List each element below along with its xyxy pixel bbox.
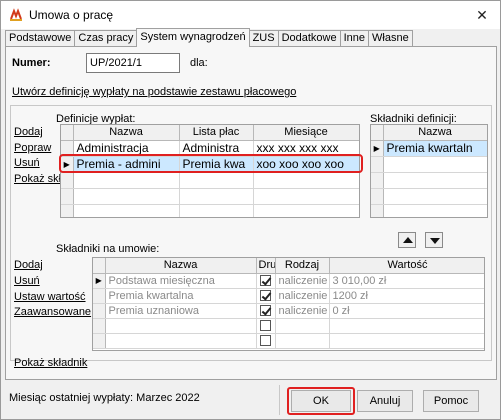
empty-row bbox=[371, 172, 487, 189]
definicje-popraw-link[interactable]: Popraw bbox=[14, 142, 51, 154]
col-nazwa[interactable]: Nazwa bbox=[105, 258, 257, 274]
col-rodzaj[interactable]: Rodzaj bbox=[275, 258, 330, 274]
row-indicator bbox=[93, 303, 106, 319]
dru-checkbox[interactable] bbox=[256, 288, 276, 304]
table-row[interactable]: Premia uznaniowa naliczenie 0 zł bbox=[93, 303, 484, 319]
header-row: Nazwa Dru Rodzaj Wartość bbox=[93, 258, 484, 274]
cancel-button[interactable]: Anuluj bbox=[357, 390, 413, 412]
skladniki-usun-link[interactable]: Usuń bbox=[14, 275, 40, 287]
table-row[interactable]: ▶ Podstawa miesięczna naliczenie 3 010,0… bbox=[93, 273, 484, 289]
cell-nazwa[interactable]: Premia uznaniowa bbox=[105, 303, 257, 319]
dru-checkbox[interactable] bbox=[256, 273, 276, 289]
help-button[interactable]: Pomoc bbox=[423, 390, 479, 412]
header-indicator bbox=[93, 258, 106, 274]
numer-label: Numer: bbox=[12, 57, 51, 69]
definicje-header-row: Nazwa Lista płac Miesiące G bbox=[61, 125, 360, 141]
cell-wartosc[interactable]: 0 zł bbox=[329, 303, 484, 319]
col-wartosc[interactable]: Wartość bbox=[329, 258, 484, 274]
col-lista-plac[interactable]: Lista płac bbox=[179, 125, 254, 141]
skladniki-dodaj-link[interactable]: Dodaj bbox=[14, 259, 43, 271]
definicje-dodaj-link[interactable]: Dodaj bbox=[14, 126, 43, 138]
separator bbox=[279, 385, 280, 415]
empty-row bbox=[371, 204, 487, 217]
empty-row bbox=[93, 333, 484, 349]
empty-row bbox=[371, 188, 487, 205]
tab-zus[interactable]: ZUS bbox=[248, 30, 279, 47]
dla-label: dla: bbox=[190, 57, 208, 69]
tab-dodatkowe[interactable]: Dodatkowe bbox=[277, 30, 341, 47]
numer-input[interactable]: UP/2021/1 bbox=[86, 53, 180, 73]
title-bar: Umowa o pracę ✕ bbox=[1, 1, 500, 29]
header-indicator bbox=[371, 125, 384, 141]
row-pointer-icon: ▶ bbox=[93, 273, 106, 289]
skladniki-umowa-grid[interactable]: Nazwa Dru Rodzaj Wartość ▶ Podstawa mies… bbox=[92, 257, 485, 351]
cell-rodzaj[interactable]: naliczenie bbox=[275, 303, 330, 319]
app-logo-icon bbox=[9, 8, 23, 22]
skladniki-umowa-label: Składniki na umowie: bbox=[56, 243, 160, 255]
col-g[interactable]: G bbox=[359, 125, 360, 140]
last-payment-status: Miesiąc ostatniej wypłaty: Marzec 2022 bbox=[9, 392, 200, 404]
row-pointer-icon: ▶ bbox=[371, 140, 384, 157]
empty-row bbox=[61, 204, 359, 217]
tab-podstawowe[interactable]: Podstawowe bbox=[5, 30, 76, 47]
window-title: Umowa o pracę bbox=[29, 8, 114, 22]
tab-inne[interactable]: Inne bbox=[339, 30, 370, 47]
tab-system-wynagrodzen[interactable]: System wynagrodzeń bbox=[136, 28, 250, 47]
cell-nazwa[interactable]: Premia kwartalna bbox=[105, 288, 257, 304]
header-row: Nazwa bbox=[371, 125, 487, 141]
tab-czas-pracy[interactable]: Czas pracy bbox=[74, 30, 138, 47]
definicje-usun-link[interactable]: Usuń bbox=[14, 157, 40, 169]
empty-row bbox=[93, 318, 484, 334]
selected-row-highlight bbox=[59, 154, 363, 173]
arrow-up-icon bbox=[403, 237, 413, 243]
move-up-button[interactable] bbox=[398, 232, 416, 248]
tab-wlasne[interactable]: Własne bbox=[368, 30, 413, 47]
cell-wartosc[interactable]: 1200 zł bbox=[329, 288, 484, 304]
tab-page: Numer: UP/2021/1 dla: Utwórz definicję w… bbox=[5, 46, 497, 380]
create-definition-link[interactable]: Utwórz definicję wypłaty na podstawie ze… bbox=[12, 86, 296, 98]
close-icon[interactable]: ✕ bbox=[472, 5, 492, 25]
empty-row bbox=[61, 172, 359, 189]
cell-wartosc[interactable]: 3 010,00 zł bbox=[329, 273, 484, 289]
zaawansowane-link[interactable]: Zaawansowane bbox=[14, 306, 91, 318]
empty-row bbox=[371, 156, 487, 173]
table-row[interactable]: Premia kwartalna naliczenie 1200 zł bbox=[93, 288, 484, 304]
cell-rodzaj[interactable]: naliczenie bbox=[275, 273, 330, 289]
header-indicator bbox=[61, 125, 74, 141]
dru-checkbox[interactable] bbox=[256, 333, 276, 349]
dru-checkbox[interactable] bbox=[256, 318, 276, 334]
col-dru[interactable]: Dru bbox=[256, 258, 276, 274]
ustaw-wartosc-link[interactable]: Ustaw wartość bbox=[14, 291, 86, 303]
col-nazwa[interactable]: Nazwa bbox=[73, 125, 180, 141]
cell-nazwa[interactable]: Premia kwartaln bbox=[383, 140, 487, 157]
move-down-button[interactable] bbox=[425, 232, 443, 248]
col-miesiace[interactable]: Miesiące bbox=[253, 125, 359, 141]
empty-row bbox=[61, 188, 359, 205]
cell-nazwa[interactable]: Podstawa miesięczna bbox=[105, 273, 257, 289]
col-nazwa[interactable]: Nazwa bbox=[383, 125, 487, 141]
list-item[interactable]: ▶ Premia kwartaln bbox=[371, 140, 487, 157]
definicje-pokaz-link[interactable]: Pokaż skł. bbox=[14, 173, 64, 185]
row-indicator bbox=[93, 288, 106, 304]
skladniki-definicji-grid[interactable]: Nazwa ▶ Premia kwartaln bbox=[370, 124, 488, 218]
tab-bar: Podstawowe Czas pracy System wynagrodzeń… bbox=[5, 28, 413, 47]
contract-dialog: Umowa o pracę ✕ Podstawowe Czas pracy Sy… bbox=[0, 0, 501, 420]
dru-checkbox[interactable] bbox=[256, 303, 276, 319]
ok-button-highlight bbox=[287, 387, 355, 415]
pokaz-skladnik-link[interactable]: Pokaż składnik bbox=[14, 357, 87, 369]
cell-rodzaj[interactable]: naliczenie bbox=[275, 288, 330, 304]
arrow-down-icon bbox=[430, 238, 440, 244]
